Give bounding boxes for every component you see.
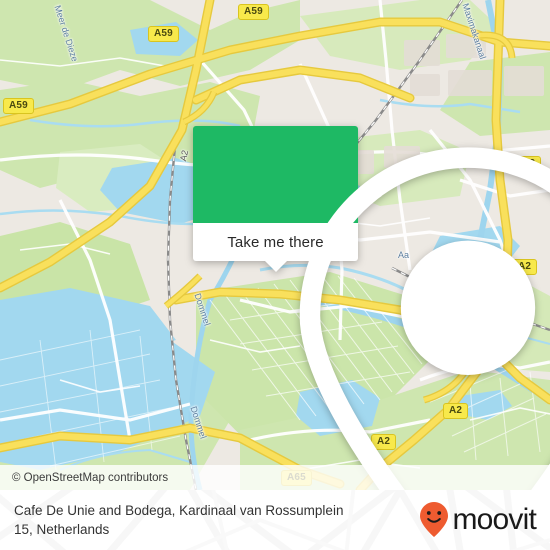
take-me-there-label: Take me there (227, 233, 324, 251)
map-canvas[interactable]: A59 A59 A59 A2 A2 A2 A2 A65 Meer de Diez… (0, 0, 550, 490)
map-pin-icon (299, 147, 550, 490)
moovit-smiley-pin-icon (420, 502, 449, 537)
road-shield: A59 (148, 26, 179, 42)
location-popup-card[interactable]: Take me there (193, 126, 550, 490)
osm-attribution-text: © OpenStreetMap contributors (12, 471, 169, 484)
take-me-there-button[interactable]: Take me there (193, 223, 358, 272)
card-pointer (264, 261, 287, 272)
moovit-location-share-card: A59 A59 A59 A2 A2 A2 A2 A65 Meer de Diez… (0, 0, 550, 550)
moovit-logo: moovit (419, 501, 537, 539)
map-attribution-bar: © OpenStreetMap contributors (0, 465, 550, 490)
card-image-area (193, 126, 550, 490)
road-shield: A59 (3, 98, 34, 114)
footer-bar: Cafe De Unie and Bodega, Kardinaal van R… (0, 490, 550, 550)
road-shield: A59 (238, 4, 269, 20)
place-title: Cafe De Unie and Bodega, Kardinaal van R… (14, 503, 344, 537)
moovit-wordmark: moovit (452, 503, 536, 536)
